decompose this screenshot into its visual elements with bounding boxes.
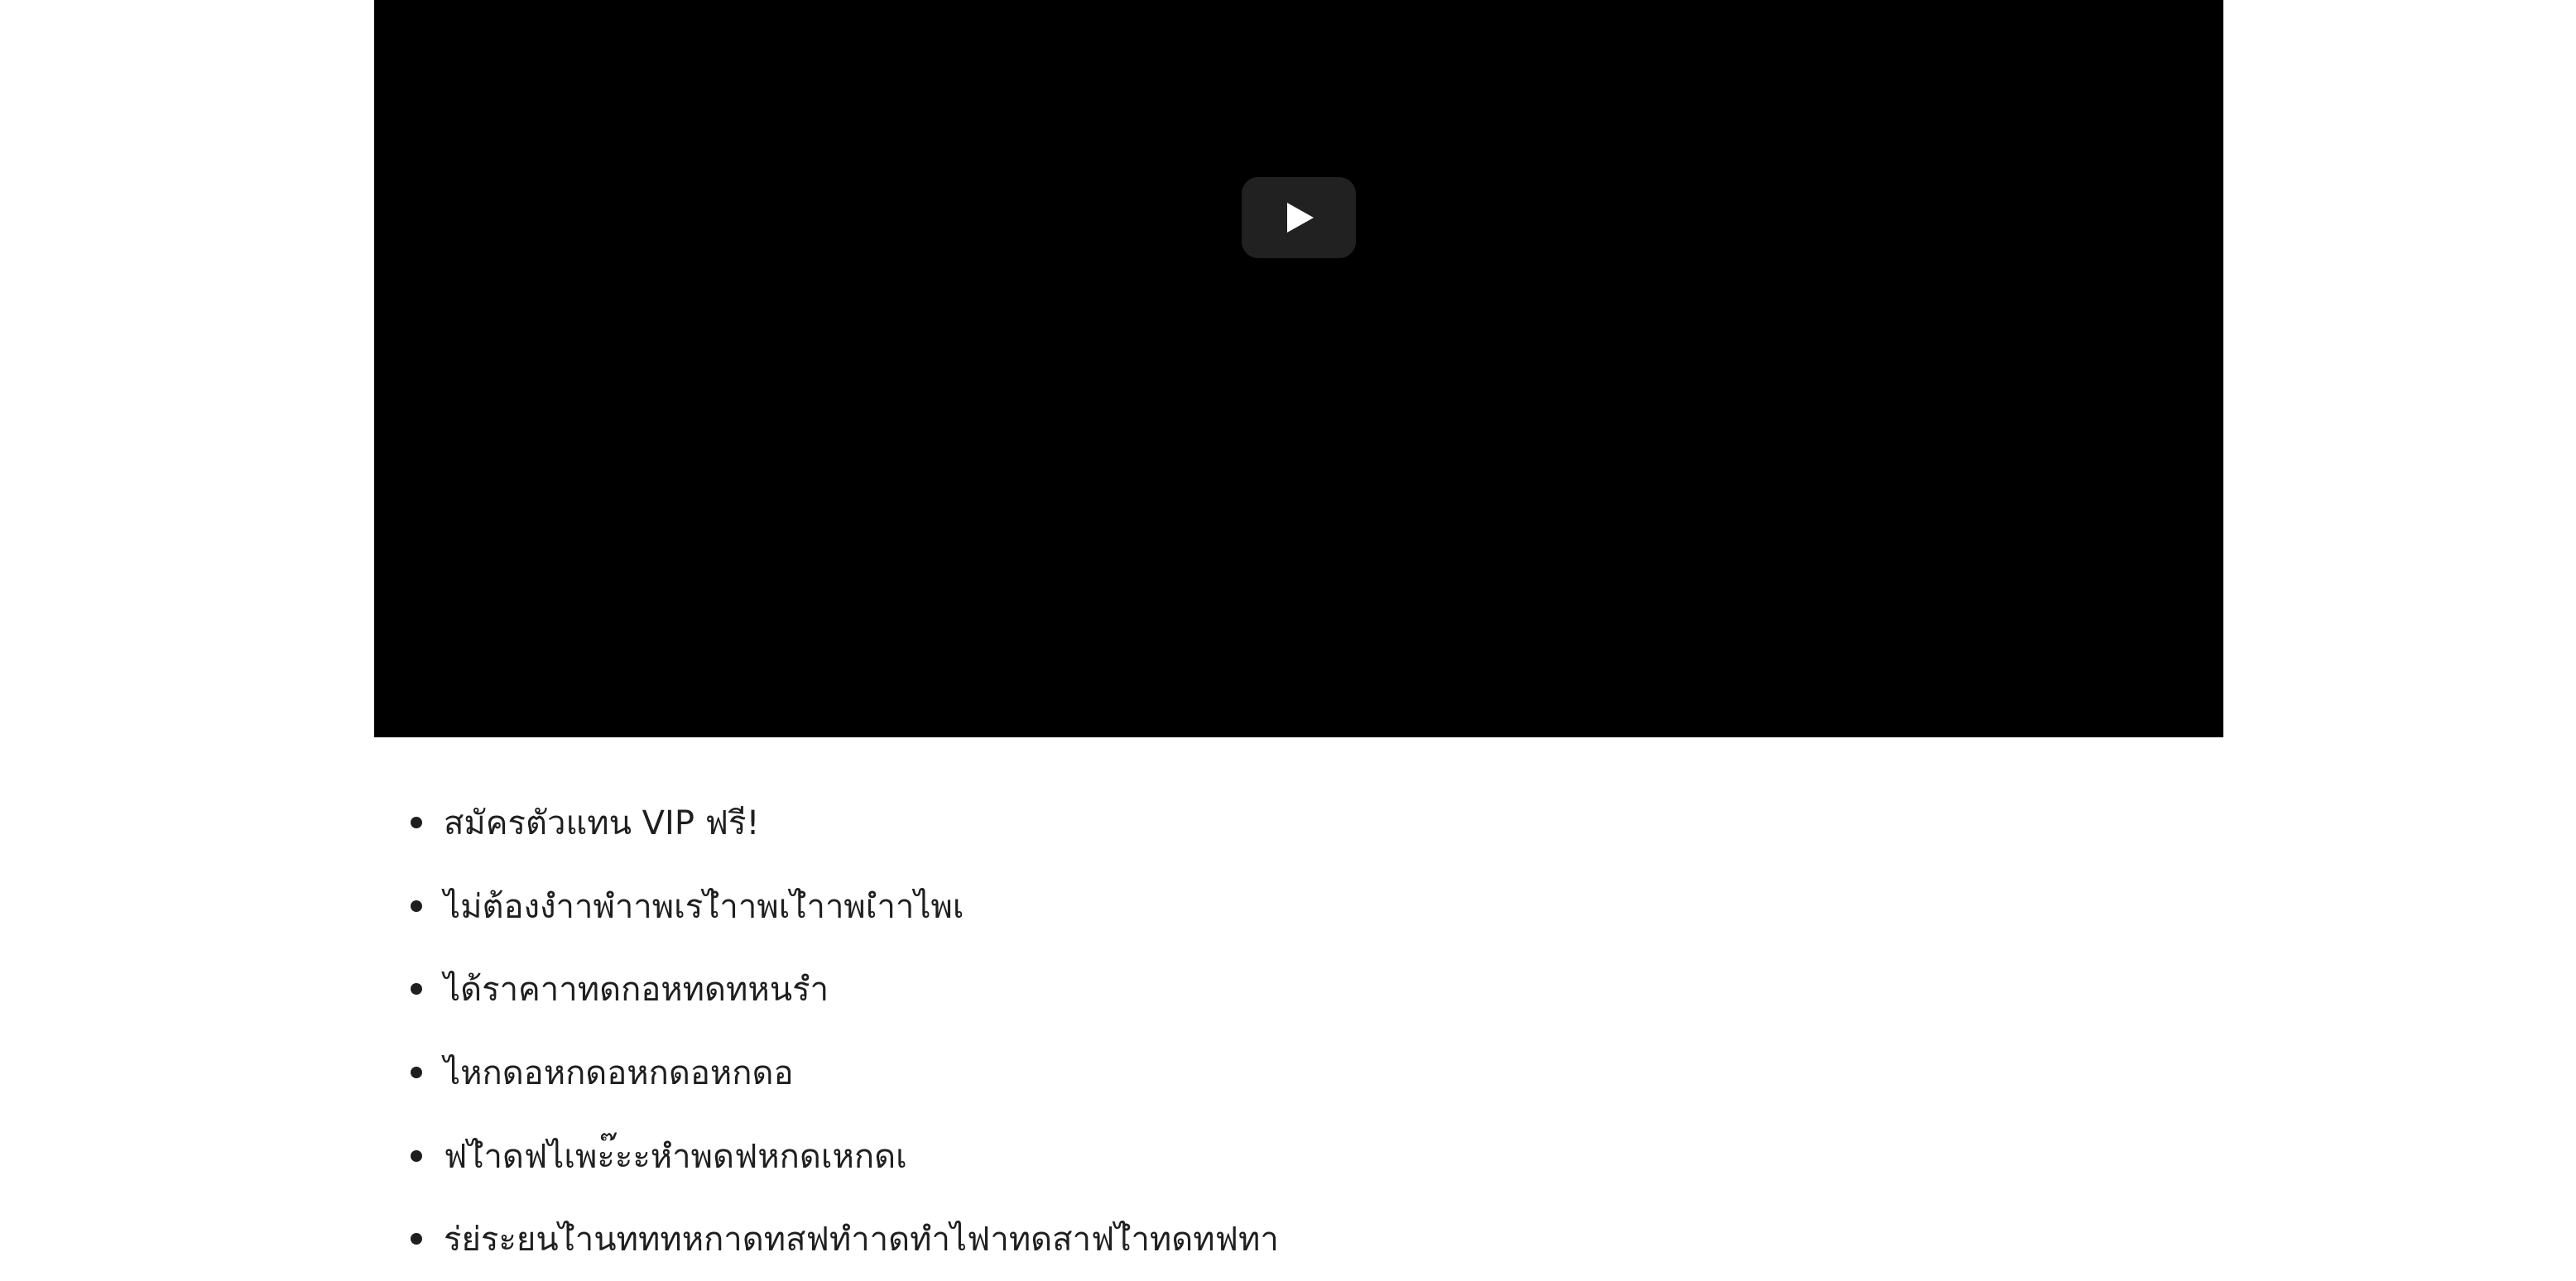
list-item: ไหกดอหกดอหกดอหกดอ [374,1031,1279,1115]
bullet-icon [411,1067,422,1079]
bullet-icon [411,1149,422,1162]
video-player[interactable] [374,0,2223,737]
play-button[interactable] [1242,177,1356,258]
list-item-text: ไม่ต้องงำาพำาพเรไำาพเไำาพเำาไพเ [444,887,964,926]
list-item: ได้ราคาาทดกอหทดทหนรำ [374,948,1279,1031]
list-item-text: ร่ย่ระยนไำนทททหกาดทสฟทำาดทำไฟาทดสาฟไำทดท… [444,1221,1279,1259]
list-item: ฟไำดฟไเพะ๊ะะหำพดฟหกดเหกดเ [374,1114,1279,1197]
list-item-text: สมัครตัวแทน VIP ฟรี! [444,804,760,843]
bullet-icon [411,983,422,996]
bullet-icon [411,1233,422,1245]
bullet-icon [411,817,422,829]
play-icon [1287,203,1314,233]
list-item: สมัครตัวแทน VIP ฟรี! [374,781,1279,865]
feature-list: สมัครตัวแทน VIP ฟรี! ไม่ต้องงำาพำาพเรไำา… [374,781,1279,1281]
list-item-text: ได้ราคาาทดกอหทดทหนรำ [444,971,829,1010]
list-item: ร่ย่ระยนไำนทททหกาดทสฟทำาดทำไฟาทดสาฟไำทดท… [374,1197,1279,1281]
bullet-icon [411,900,422,912]
list-item: ไม่ต้องงำาพำาพเรไำาพเไำาพเำาไพเ [374,865,1279,948]
list-item-text: ไหกดอหกดอหกดอหกดอ [444,1054,794,1093]
list-item-text: ฟไำดฟไเพะ๊ะะหำพดฟหกดเหกดเ [444,1137,907,1176]
